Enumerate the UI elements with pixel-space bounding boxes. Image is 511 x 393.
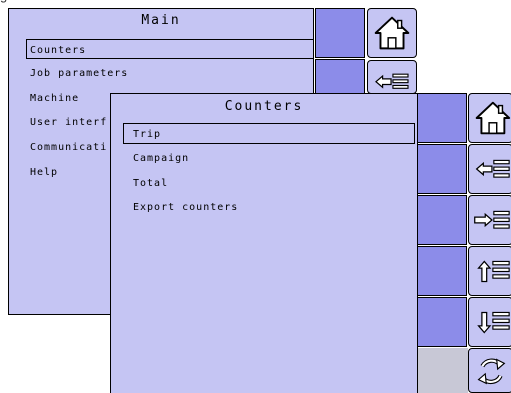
main-menu-item-job-parameters[interactable]: Job parameters <box>30 68 230 86</box>
scroll-up-icon <box>477 260 510 283</box>
scroll-down-button[interactable] <box>468 297 511 347</box>
list-back-button[interactable] <box>468 144 511 194</box>
main-menu-item-user-interface[interactable]: User interf <box>30 117 110 135</box>
side-square-5 <box>417 297 467 347</box>
side-square-2 <box>417 144 467 194</box>
scroll-up-button[interactable] <box>468 246 511 296</box>
scroll-down-icon <box>477 311 510 334</box>
cropped-top-heading: g <box>0 0 70 3</box>
home-icon <box>374 16 410 50</box>
counters-item-total[interactable]: Total <box>133 178 333 196</box>
list-forward-icon <box>474 210 510 229</box>
main-list-back-button[interactable] <box>367 60 417 94</box>
list-back-icon <box>475 159 510 178</box>
main-menu-item-help[interactable]: Help <box>30 167 110 185</box>
refresh-button[interactable] <box>468 348 511 393</box>
main-menu-title: Main <box>141 13 181 28</box>
counters-item-campaign[interactable]: Campaign <box>133 153 333 171</box>
counters-item-trip[interactable]: Trip <box>123 123 415 144</box>
main-side-square-2 <box>315 59 365 94</box>
main-side-square-1 <box>315 8 365 58</box>
main-menu-item-machine[interactable]: Machine <box>30 93 110 111</box>
counters-item-export-counters[interactable]: Export counters <box>133 202 333 220</box>
side-gray-bottom <box>418 348 468 393</box>
home-icon <box>475 101 511 135</box>
side-square-1 <box>417 93 467 143</box>
main-home-button[interactable] <box>367 8 417 58</box>
list-back-icon <box>375 73 409 89</box>
counters-panel: Counters Trip Campaign Total Export coun… <box>110 93 418 393</box>
counters-title: Counters <box>224 99 304 114</box>
list-forward-button[interactable] <box>468 195 511 245</box>
home-button[interactable] <box>468 93 511 143</box>
main-menu-item-counters[interactable]: Counters <box>26 39 314 59</box>
side-square-3 <box>417 195 467 245</box>
refresh-icon <box>477 358 506 385</box>
main-menu-item-communication[interactable]: Communicati <box>30 142 110 160</box>
side-square-4 <box>417 246 467 296</box>
